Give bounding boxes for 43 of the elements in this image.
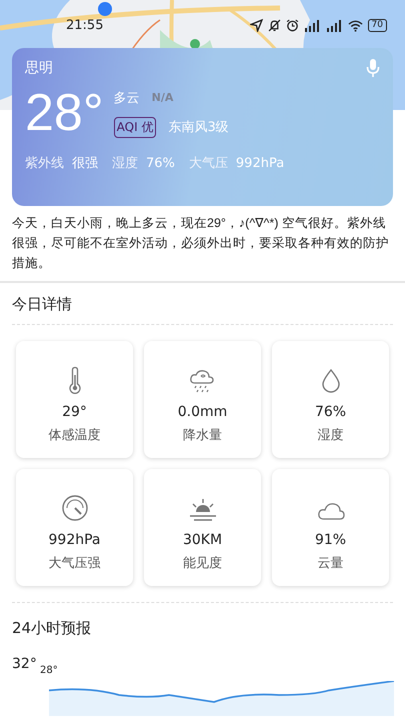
stat-label: 紫外线 xyxy=(25,155,64,172)
gauge-icon xyxy=(60,494,88,522)
hour-temperature: 28° xyxy=(40,665,58,676)
location-arrow-icon xyxy=(250,19,263,32)
signal-icon xyxy=(304,20,321,32)
signal-icon xyxy=(326,20,343,32)
water-drop-icon xyxy=(320,368,340,394)
high-temperature: 32° xyxy=(12,656,37,672)
current-temperature: 28° xyxy=(25,83,104,144)
detail-value: 76% xyxy=(314,404,346,420)
status-time: 21:55 xyxy=(66,18,104,33)
detail-label: 降水量 xyxy=(183,427,222,444)
stat-value: 992hPa xyxy=(236,156,284,170)
cloud-icon xyxy=(316,500,346,522)
sunrise-icon xyxy=(188,496,218,522)
stat-value: 76% xyxy=(146,156,175,170)
detail-label: 湿度 xyxy=(318,427,344,444)
detail-value: 992hPa xyxy=(48,532,100,548)
weather-condition: 多云 xyxy=(114,90,140,106)
air-quality-value: N/A xyxy=(152,91,174,104)
section-title: 24小时预报 xyxy=(12,619,92,638)
wind-info: 东南风3级 xyxy=(168,119,229,136)
stat-label: 大气压 xyxy=(188,155,228,172)
section-title: 今日详情 xyxy=(12,295,73,314)
detail-label: 云量 xyxy=(318,555,344,572)
thermometer-icon xyxy=(68,366,82,394)
battery-indicator: 70 xyxy=(368,19,387,32)
detail-value: 91% xyxy=(314,532,346,548)
stat-label: 湿度 xyxy=(112,155,138,172)
aqi-badge: AQI 优 xyxy=(114,116,156,138)
bell-muted-icon xyxy=(268,19,281,32)
detail-label: 体感温度 xyxy=(48,427,100,444)
detail-value: 0.0mm xyxy=(178,404,228,420)
detail-value: 30KM xyxy=(182,532,222,548)
detail-label: 能见度 xyxy=(183,555,222,572)
location-name: 思明 xyxy=(25,59,53,77)
weather-summary: 今天，白天小雨，晚上多云，现在29°，♪(^∇^*) 空气很好。紫外线很强，尽可能不在室外活动，必须外出时，要采取各种有效的防护措施。 xyxy=(12,215,390,272)
detail-label: 大气压强 xyxy=(48,555,100,572)
stat-value: 很强 xyxy=(72,155,98,172)
alarm-icon xyxy=(286,19,299,32)
microphone-icon[interactable] xyxy=(366,58,380,78)
wifi-icon xyxy=(348,20,363,32)
detail-value: 29° xyxy=(62,404,87,420)
